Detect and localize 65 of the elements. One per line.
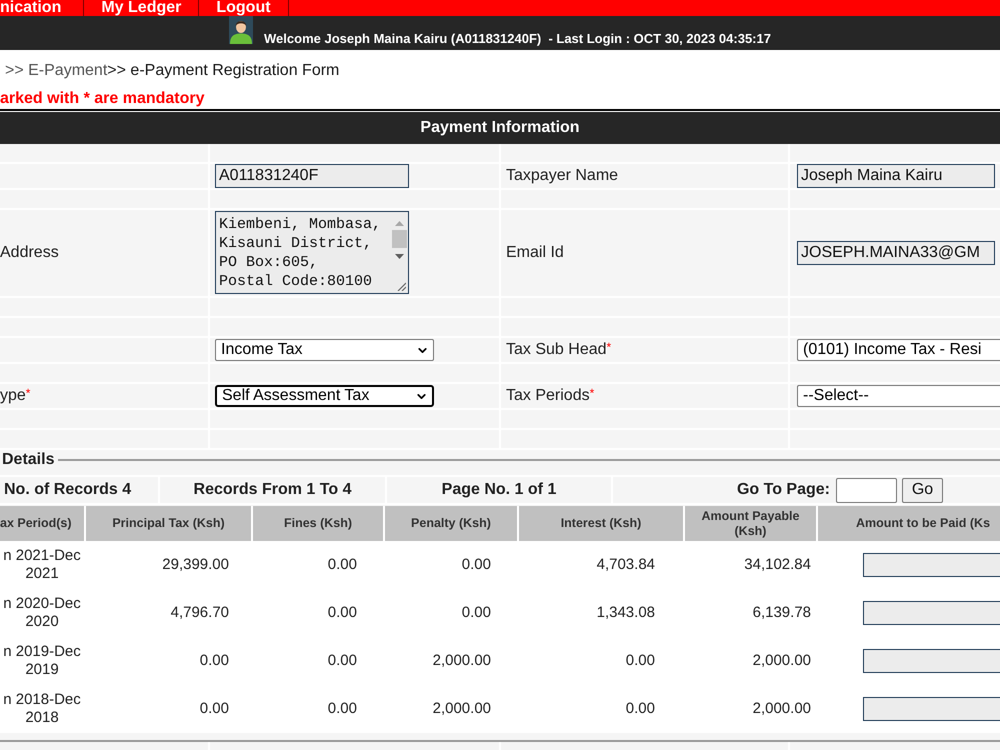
address-textarea[interactable]: Kiembeni, Mombasa, Kisauni District, PO Box:605, Postal Code:80100 [215, 211, 409, 294]
table-cell: 0.00 [328, 652, 357, 670]
table-cell: n 2018-Dec 2018 [2, 691, 82, 727]
table-cell: 4,796.70 [170, 604, 229, 622]
field-label: Tax Periods* [506, 385, 594, 406]
table-cell: 0.00 [626, 652, 655, 670]
mandatory-note: arked with * are mandatory [0, 89, 205, 109]
table-cell: 0.00 [462, 556, 491, 574]
goto-page-label: Go To Page: [736, 480, 830, 500]
breadcrumb-link[interactable]: >> E-Payment [5, 61, 108, 81]
record-range: Records From 1 To 4 [194, 480, 352, 500]
section-header: Payment Information [0, 112, 1000, 144]
table-cell: 29,399.00 [162, 556, 229, 574]
table-cell: 0.00 [200, 652, 229, 670]
table-cell: 34,102.84 [744, 556, 811, 574]
field-label: Tax Sub Head* [506, 339, 612, 360]
scroll-down-arrow-icon[interactable] [395, 254, 404, 259]
table-cell: 0.00 [328, 700, 357, 718]
field-label: Taxpayer Name [506, 166, 618, 186]
table-cell: n 2019-Dec 2019 [2, 643, 82, 679]
table-cell: 2,000.00 [432, 700, 491, 718]
column-header: Penalty (Ksh) [385, 506, 517, 541]
amount-field[interactable] [863, 697, 1000, 721]
table-cell: 4,703.84 [596, 556, 655, 574]
amount-field[interactable] [863, 601, 1000, 625]
dropdown[interactable]: Self Assessment Tax [215, 385, 434, 407]
welcome-text: Welcome Joseph Maina Kairu (A011831240F) - Last Login : OCT 30, 2023 04:35:17 [264, 31, 771, 47]
scrollbar-thumb[interactable] [392, 230, 407, 248]
field-label: Email Id [506, 243, 564, 263]
field-label: Address [0, 243, 59, 263]
table-cell: 2,000.00 [752, 700, 811, 718]
field-label: ype* [0, 385, 30, 406]
column-header: Amount Payable (Ksh) [685, 506, 816, 541]
table-cell: 2,000.00 [752, 652, 811, 670]
text-field[interactable]: Joseph Maina Kairu [797, 164, 995, 188]
table-cell: 0.00 [328, 556, 357, 574]
column-header: Interest (Ksh) [519, 506, 683, 541]
page-number: Page No. 1 of 1 [442, 480, 556, 500]
table-cell: 6,139.78 [752, 604, 811, 622]
dropdown[interactable]: (0101) Income Tax - Resi [797, 339, 1000, 361]
user-avatar-icon [229, 16, 254, 44]
column-header: Principal Tax (Ksh) [86, 506, 251, 541]
table-cell: 0.00 [462, 604, 491, 622]
table-cell: n 2020-Dec 2020 [2, 595, 82, 631]
column-header: Fines (Ksh) [253, 506, 383, 541]
table-cell: 1,343.08 [596, 604, 655, 622]
table-cell: 0.00 [328, 604, 357, 622]
column-header: ax Period(s) [0, 506, 84, 541]
breadcrumb-current: >> e-Payment Registration Form [107, 61, 340, 81]
amount-field[interactable] [863, 649, 1000, 673]
resize-grip-icon[interactable] [396, 282, 406, 291]
table-cell: n 2021-Dec 2021 [2, 547, 82, 583]
goto-page-field[interactable] [836, 478, 897, 502]
table-cell: 0.00 [626, 700, 655, 718]
text-field[interactable]: A011831240F [215, 164, 409, 188]
text-field[interactable]: JOSEPH.MAINA33@GM [797, 241, 995, 265]
table-cell: 0.00 [200, 700, 229, 718]
dropdown[interactable]: --Select-- [797, 385, 1000, 407]
section-legend: Details [0, 448, 58, 472]
dropdown[interactable]: Income Tax [215, 339, 434, 361]
table-cell: 2,000.00 [432, 652, 491, 670]
column-header: Amount to be Paid (Ks [818, 506, 1000, 541]
amount-field[interactable] [863, 553, 1000, 577]
record-count: No. of Records 4 [4, 480, 132, 500]
go-button[interactable]: Go [902, 478, 943, 502]
